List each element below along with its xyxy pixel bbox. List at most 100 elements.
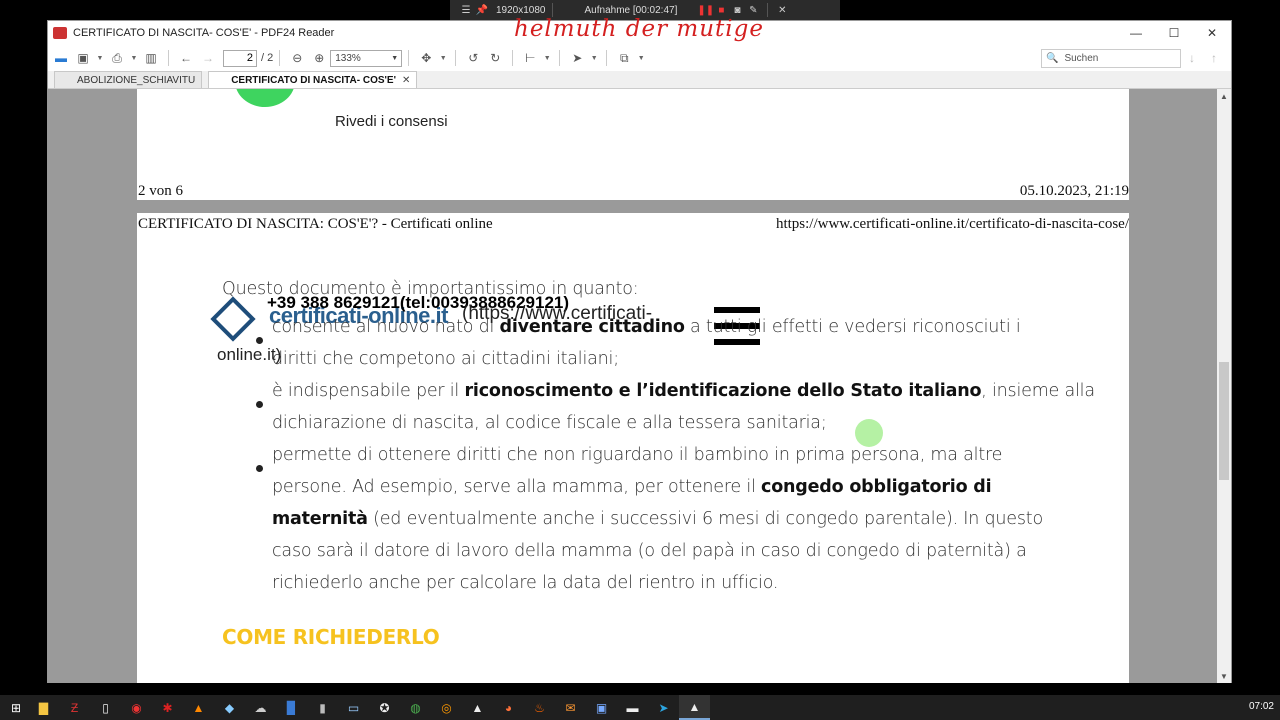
divider [168,50,169,66]
thunderbird-icon[interactable]: ◎ [431,695,462,720]
chevron-down-icon[interactable]: ▼ [590,48,598,68]
select-cursor-icon[interactable]: ➤ [568,48,586,68]
record-icon[interactable]: ◉ [121,695,152,720]
chevron-down-icon[interactable]: ▼ [637,48,645,68]
stop-icon[interactable]: ■ [713,5,729,16]
maximize-button[interactable]: ☐ [1155,21,1193,45]
close-tab-icon[interactable]: ✕ [402,75,410,86]
fit-width-icon[interactable]: ⊢ [521,48,539,68]
page-header-left: CERTIFICATO DI NASCITA: COS'E'? - Certif… [138,216,493,232]
browser-icon[interactable]: ▭ [338,695,369,720]
minimize-button[interactable]: — [1117,21,1155,45]
page-footer-right: 05.10.2023, 21:19 [1019,183,1129,199]
menu-icon[interactable]: ☰ [458,5,474,16]
telegram-icon[interactable]: ➤ [648,695,679,720]
close-button[interactable]: ✕ [1193,21,1231,45]
zoom-out-icon[interactable]: ⊖ [288,48,306,68]
bullet-icon [256,465,263,472]
bullet-2-line-2: dichiarazione di nascita, al codice fisc… [272,413,827,433]
divider [512,50,514,66]
scroll-down-icon[interactable]: ▼ [1217,669,1231,683]
file-icon[interactable]: ▯ [90,695,121,720]
vlc-icon[interactable]: ▲ [183,695,214,720]
divider [279,50,281,66]
zoom-value: 133% [335,52,361,64]
pen-icon[interactable]: ✎ [745,5,761,16]
rotate-left-icon[interactable]: ↺ [464,48,482,68]
zoom-in-icon[interactable]: ⊕ [310,48,328,68]
chevron-down-icon: ▼ [391,54,399,62]
taskbar-clock: 07:02 [1248,701,1274,712]
app-icon[interactable]: ☁ [245,695,276,720]
rotate-right-icon[interactable]: ↻ [486,48,504,68]
back-arrow-icon[interactable]: ← [177,48,195,68]
document-tabs: ABOLIZIONE_SCHIAVITU CERTIFICATO DI NASC… [48,71,1231,89]
explorer-icon[interactable]: ▇ [28,695,59,720]
zoom-select[interactable]: 133% ▼ [330,49,403,67]
sidebar-icon[interactable]: ▥ [142,48,160,68]
whatsapp-icon [235,89,295,107]
recorder-status: Aufnahme [00:02:47] [584,4,678,16]
word-icon[interactable]: ▉ [276,695,307,720]
pdf24-icon[interactable]: ▲ [679,695,710,720]
arrow-down-icon[interactable]: ↓ [1183,48,1201,68]
usb-icon[interactable]: ▮ [307,695,338,720]
tab-label: CERTIFICATO DI NASCITA- COS'E' [231,74,396,86]
search-input[interactable]: 🔍 Suchen [1041,49,1181,68]
divider [551,3,553,17]
save-icon[interactable]: ▣ [586,695,617,720]
outlook-icon[interactable]: ✉ [555,695,586,720]
consent-link[interactable]: Rivedi i consensi [335,113,448,130]
terminal-icon[interactable]: ▬ [617,695,648,720]
arrow-up-icon[interactable]: ↑ [1205,48,1223,68]
external-link-icon[interactable]: ⧉ [615,48,633,68]
forward-arrow-icon[interactable]: → [199,48,217,68]
divider [455,50,457,66]
signature-overlay: helmuth der mutige [514,16,764,42]
page-total: / 2 [261,52,274,64]
section-heading: COME RICHIEDERLO [222,625,440,649]
page-number-input[interactable] [223,49,257,67]
bullet-1-line-2: diritti che competono ai cittadini itali… [272,349,619,369]
filezilla-icon[interactable]: Ƶ [59,695,90,720]
search-placeholder: Suchen [1064,53,1099,64]
vertical-scrollbar[interactable]: ▲ ▼ [1217,89,1231,683]
pyramid-icon[interactable]: ▲ [462,695,493,720]
chevron-down-icon[interactable]: ▼ [96,48,104,68]
bullet-icon [256,337,263,344]
app-icon[interactable]: ◆ [214,695,245,720]
app-icon[interactable]: ♨ [524,695,555,720]
print-icon[interactable]: ⎙ [108,48,126,68]
pdf-page-2: CERTIFICATO DI NASCITA: COS'E'? - Certif… [137,213,1129,683]
scrollbar-thumb[interactable] [1219,362,1229,480]
document-viewer[interactable]: Rivedi i consensi 2 von 6 05.10.2023, 21… [48,89,1231,683]
chevron-down-icon[interactable]: ▼ [543,48,551,68]
open-folder-icon[interactable]: ▬ [52,48,70,68]
divider [767,3,769,17]
move-icon[interactable]: ✥ [417,48,435,68]
bullet-icon [256,401,263,408]
firefox-icon[interactable]: ◕ [493,695,524,720]
game-icon[interactable]: ✪ [369,695,400,720]
divider [606,50,608,66]
camera-icon[interactable]: ◙ [729,5,745,16]
tab-label: ABOLIZIONE_SCHIAVITU [77,74,196,86]
windows-start-icon[interactable]: ⊞ [4,695,28,720]
chevron-down-icon[interactable]: ▼ [130,48,138,68]
desktop: ☰ 📌 1920x1080 Aufnahme [00:02:47] ❚❚ ■ ◙… [0,0,1280,720]
pause-icon[interactable]: ❚❚ [697,5,714,16]
recorder-resolution: 1920x1080 [496,4,546,16]
close-icon[interactable]: ✕ [774,5,790,16]
save-icon[interactable]: ▣ [74,48,92,68]
bullet-3-line-5: richiederlo anche per calcolare la data … [272,573,779,593]
tab-certificato[interactable]: CERTIFICATO DI NASCITA- COS'E' ✕ [208,71,418,88]
chevron-down-icon[interactable]: ▼ [439,48,447,68]
pin-icon[interactable]: 📌 [474,5,490,16]
scroll-up-icon[interactable]: ▲ [1217,89,1231,103]
divider [559,50,561,66]
tab-abolizione[interactable]: ABOLIZIONE_SCHIAVITU [54,71,203,88]
bullet-3-line-3: maternità (ed eventualmente anche i succ… [272,509,1043,529]
chrome-icon[interactable]: ◍ [400,695,431,720]
app-icon[interactable]: ✱ [152,695,183,720]
toolbar: ▬ ▣ ▼ ⎙ ▼ ▥ ← → / 2 ⊖ ⊕ 133% ▼ ✥ ▼ ↺ ↻ [48,45,1231,71]
